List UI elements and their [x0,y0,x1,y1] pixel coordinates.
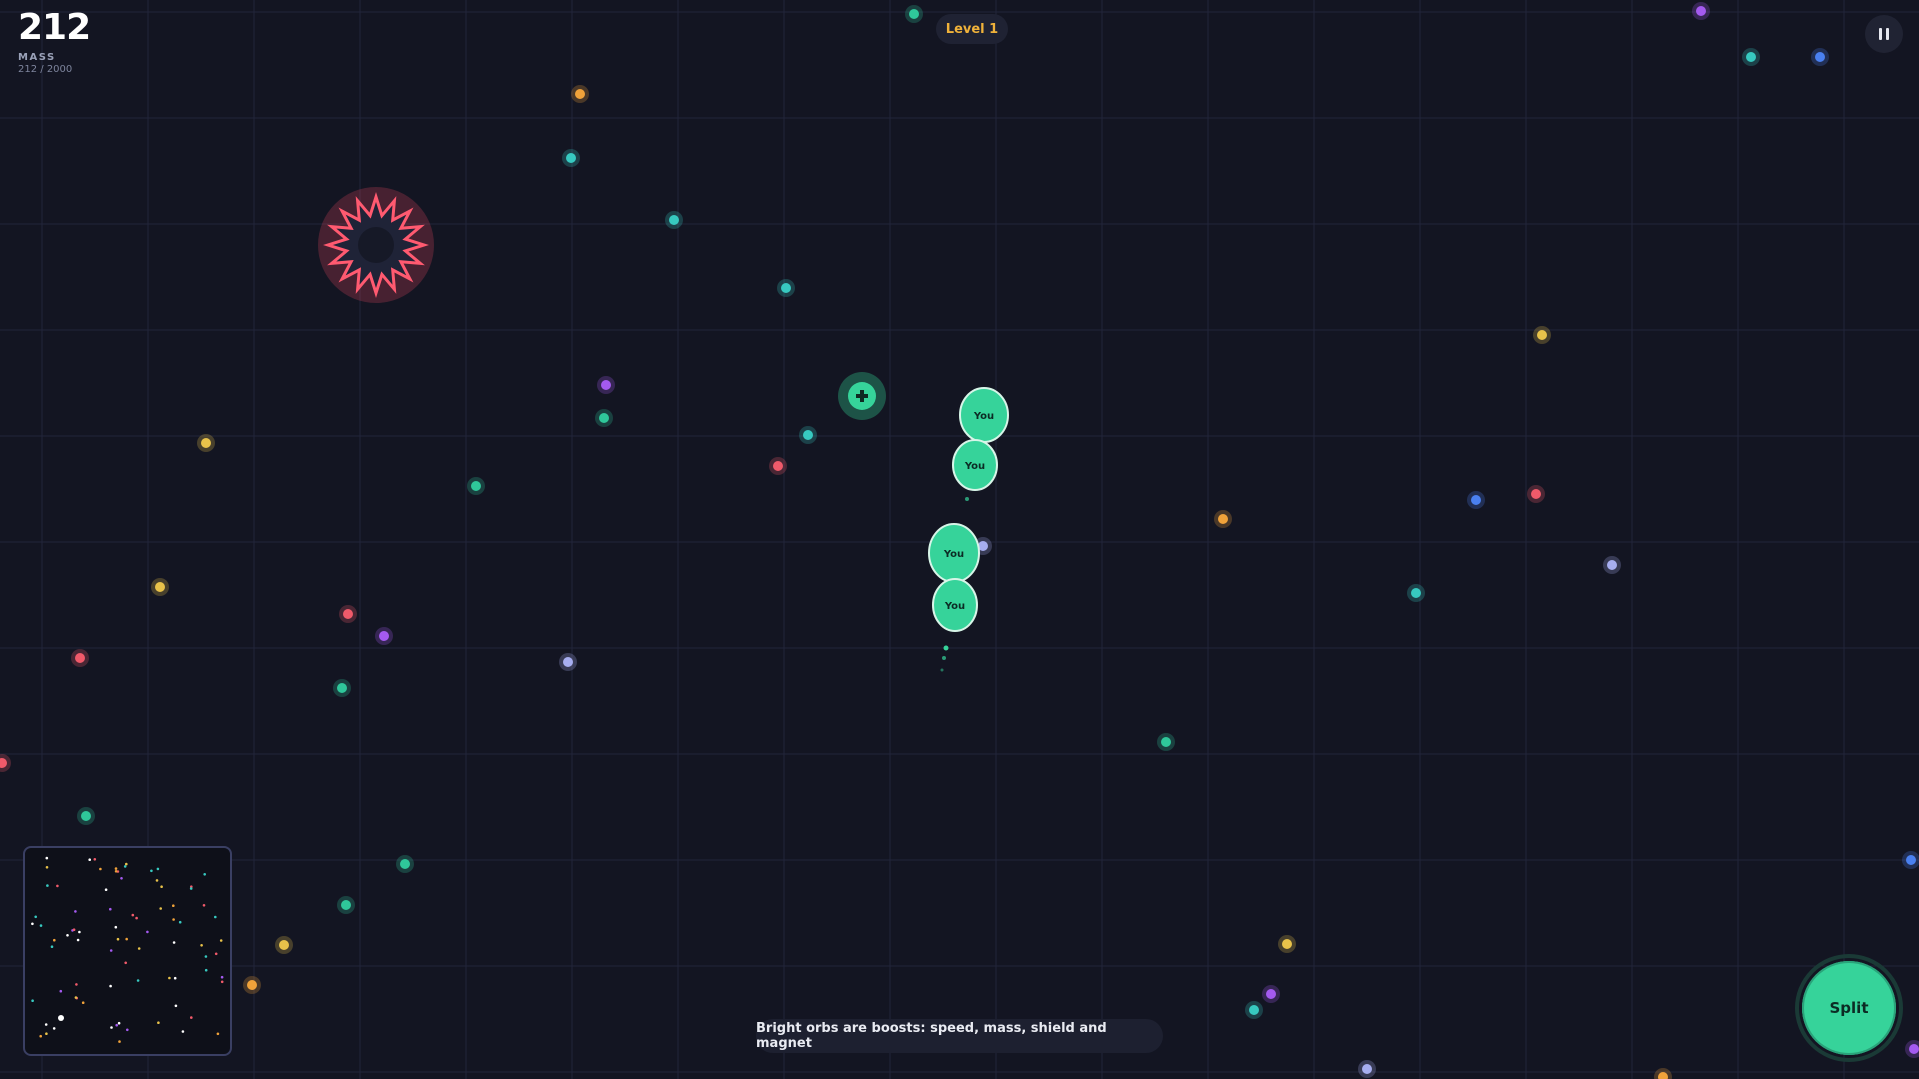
food-orb [75,653,85,663]
player-cell: You [932,578,978,632]
food-orb [1282,939,1292,949]
food-orb [337,683,347,693]
game-world[interactable]: You You You You [0,0,1919,1079]
food-orb [599,413,609,423]
food-orb [563,657,573,667]
player-cell-label: You [943,549,964,560]
food-orb [343,609,353,619]
food-orb [247,980,257,990]
food-orb [575,89,585,99]
food-orb [201,438,211,448]
food-orb [1266,989,1276,999]
food-orb [1411,588,1421,598]
food-orb [471,481,481,491]
food-orb [1696,6,1706,16]
food-orb [1471,495,1481,505]
food-orb [1161,737,1171,747]
player-cell: You [928,523,980,583]
player-cell-label: You [964,461,985,472]
mass-display: 212 MASS 212 / 2000 [18,7,91,76]
food-orb [1607,560,1617,570]
player-cell-label: You [944,601,965,612]
food-orb [1218,514,1228,524]
food-orb [1815,52,1825,62]
food-orb [1531,489,1541,499]
food-orb [601,380,611,390]
mass-value: 212 [18,7,91,48]
player-cell: You [959,387,1009,443]
food-orb [1537,330,1547,340]
food-orb [379,631,389,641]
plus-boost-icon [838,372,886,420]
food-orb [803,430,813,440]
minimap-dots [31,856,224,1043]
food-orb [81,811,91,821]
food-orb [1249,1005,1259,1015]
food-orb [341,900,351,910]
level-badge: Level 1 [936,14,1008,44]
food-orb [773,461,783,471]
minimap-player-marker [58,1015,64,1021]
mass-progress: 212 / 2000 [18,64,73,75]
hint-toast: Bright orbs are boosts: speed, mass, shi… [756,1019,1163,1053]
food-orb [1906,855,1916,865]
split-button[interactable]: Split [1802,961,1896,1055]
minimap [23,846,232,1056]
player-cell: You [952,439,998,491]
food-orb [155,582,165,592]
food-orb [400,859,410,869]
pause-icon [1879,28,1882,40]
player-cell-label: You [973,411,994,422]
food-orb [566,153,576,163]
food-orb [1362,1064,1372,1074]
food-orb [279,940,289,950]
pause-button[interactable] [1865,15,1903,53]
food-orb [909,9,919,19]
mass-label: MASS [18,52,56,63]
food-orb [1909,1044,1919,1054]
spiked-virus-icon [318,187,434,303]
food-orb [1746,52,1756,62]
food-orb [781,283,791,293]
food-orb [669,215,679,225]
